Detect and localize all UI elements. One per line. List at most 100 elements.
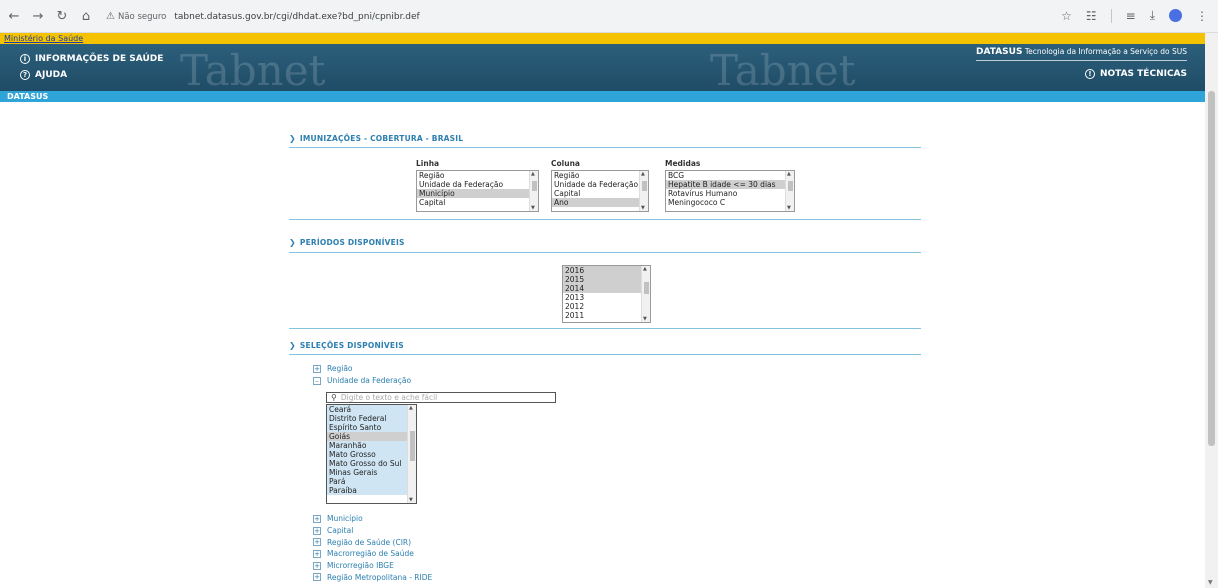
scroll-up-icon[interactable]: ▲ [531, 171, 535, 177]
reload-icon[interactable]: ↻ [52, 6, 72, 26]
periodo-option-selected[interactable]: 2015 [563, 275, 650, 284]
periodo-option[interactable]: 2012 [563, 302, 650, 311]
uf-option-selected[interactable]: Mato Grosso do Sul [327, 459, 416, 468]
scroll-down-icon[interactable]: ▼ [531, 205, 535, 211]
periodo-option-selected[interactable]: 2014 [563, 284, 650, 293]
linha-select[interactable]: Região Unidade da Federação Município Ca… [416, 170, 539, 212]
scroll-up-icon[interactable]: ▲ [641, 171, 645, 177]
uf-select[interactable]: Ceará Distrito Federal Espírito Santo Go… [326, 404, 417, 504]
medidas-option[interactable]: Meningococo C [666, 198, 794, 207]
menu-kebab-icon[interactable]: ⋮ [1196, 9, 1208, 23]
coluna-option[interactable]: Região [552, 171, 648, 180]
scrollbar-thumb[interactable] [644, 282, 649, 294]
linha-option-selected[interactable]: Município [417, 189, 538, 198]
expand-plus-icon[interactable]: + [313, 526, 321, 535]
home-icon[interactable]: ⌂ [76, 6, 96, 26]
tree-item-label[interactable]: Região de Saúde (CIR) [327, 538, 411, 547]
expand-plus-icon[interactable]: + [313, 514, 321, 523]
coluna-option[interactable]: Unidade da Federação [552, 180, 648, 189]
tree-item-microrregiao[interactable]: + Microrregião IBGE [313, 560, 432, 572]
expand-plus-icon[interactable]: + [313, 549, 321, 558]
tree-item-label[interactable]: Região Metropolitana - RIDE [327, 573, 432, 582]
scroll-up-icon[interactable]: ▲ [409, 405, 413, 411]
tree-item-regiao-metropolitana[interactable]: + Região Metropolitana - RIDE [313, 571, 432, 583]
expand-plus-icon[interactable]: + [313, 573, 321, 582]
tree-item-label[interactable]: Capital [327, 526, 353, 535]
address-bar[interactable]: ⚠ Não seguro tabnet.datasus.gov.br/cgi/d… [106, 6, 1056, 27]
uf-option-selected[interactable]: Espírito Santo [327, 423, 416, 432]
linha-option[interactable]: Capital [417, 198, 538, 207]
uf-option-selected[interactable]: Distrito Federal [327, 414, 416, 423]
scrollbar-thumb[interactable] [788, 181, 793, 191]
scrollbar-thumb[interactable] [642, 181, 647, 191]
tree-item-label[interactable]: Unidade da Federação [327, 376, 411, 385]
reading-list-icon[interactable]: ≡ [1126, 9, 1136, 23]
periodo-option[interactable]: 2011 [563, 311, 650, 320]
linha-option[interactable]: Região [417, 171, 538, 180]
tree-item-regiao-saude[interactable]: + Região de Saúde (CIR) [313, 536, 432, 548]
linha-scrollbar[interactable]: ▲ ▼ [529, 171, 538, 211]
tree-item-macrorregiao[interactable]: + Macrorregião de Saúde [313, 548, 432, 560]
periodos-select[interactable]: 2016 2015 2014 2013 2012 2011 ▲ ▼ [562, 265, 651, 323]
periodos-scrollbar[interactable]: ▲ ▼ [641, 266, 650, 322]
scroll-down-icon[interactable]: ▼ [641, 205, 645, 211]
scrollbar-thumb[interactable] [410, 431, 415, 461]
uf-scrollbar[interactable]: ▲ ▼ [407, 405, 416, 503]
tree-item-label[interactable]: Macrorregião de Saúde [327, 549, 414, 558]
menu-info[interactable]: i INFORMAÇÕES DE SAÚDE [20, 51, 163, 67]
uf-option-selected[interactable]: Minas Gerais [327, 468, 416, 477]
medidas-option-selected[interactable]: Hepatite B idade <= 30 dias [666, 180, 794, 189]
uf-option-selected[interactable]: Mato Grosso [327, 450, 416, 459]
tree-item-capital[interactable]: + Capital [313, 525, 432, 537]
scroll-down-icon[interactable]: ▼ [643, 316, 647, 322]
tree-item-label[interactable]: Município [327, 514, 363, 523]
uf-option-selected[interactable]: Pará [327, 477, 416, 486]
download-icon[interactable]: ⤓ [1150, 8, 1155, 23]
expand-plus-icon[interactable]: + [313, 561, 321, 570]
periodo-option-selected[interactable]: 2016 [563, 266, 650, 275]
scroll-down-icon[interactable]: ▼ [1208, 579, 1213, 586]
menu-help[interactable]: ? AJUDA [20, 67, 163, 83]
periodo-option[interactable]: 2013 [563, 293, 650, 302]
back-icon[interactable]: ← [4, 6, 24, 26]
medidas-scrollbar[interactable]: ▲ ▼ [785, 171, 794, 211]
extensions-icon[interactable]: ☷ [1086, 9, 1097, 23]
coluna-select[interactable]: Região Unidade da Federação Capital Ano … [551, 170, 649, 212]
page-scrollbar-thumb[interactable] [1208, 91, 1215, 446]
scroll-up-icon[interactable]: ▲ [643, 266, 647, 272]
profile-avatar[interactable] [1169, 9, 1182, 22]
uf-search-input[interactable]: ⚲ Digite o texto e ache fácil [326, 392, 556, 403]
expand-plus-icon[interactable]: + [313, 538, 321, 547]
coluna-scrollbar[interactable]: ▲ ▼ [639, 171, 648, 211]
uf-option-selected[interactable]: Ceará [327, 405, 416, 414]
uf-option-selected[interactable]: Paraíba [327, 486, 416, 495]
tree-item-municipio[interactable]: + Município [313, 513, 432, 525]
scroll-up-icon[interactable]: ▲ [787, 171, 791, 177]
tree-item-label[interactable]: Região [327, 364, 353, 373]
coluna-option[interactable]: Capital [552, 189, 648, 198]
url-text[interactable]: tabnet.datasus.gov.br/cgi/dhdat.exe?bd_p… [174, 12, 419, 22]
collapse-minus-icon[interactable]: – [313, 376, 321, 385]
ministerio-link[interactable]: Ministério da Saúde [0, 33, 1205, 44]
banner-menu: i INFORMAÇÕES DE SAÚDE ? AJUDA [20, 51, 163, 83]
forward-icon[interactable]: → [28, 6, 48, 26]
coluna-option-selected[interactable]: Ano [552, 198, 648, 207]
tree-item-label[interactable]: Microrregião IBGE [327, 561, 394, 570]
bookmark-star-icon[interactable]: ☆ [1061, 9, 1072, 23]
scroll-down-icon[interactable]: ▼ [409, 497, 413, 503]
tree-item-regiao[interactable]: + Região [313, 363, 411, 375]
uf-option-selected[interactable]: Maranhão [327, 441, 416, 450]
security-indicator[interactable]: ⚠ Não seguro [106, 11, 166, 22]
page-scrollbar[interactable]: ▼ [1205, 33, 1218, 588]
notas-tecnicas-link[interactable]: ! NOTAS TÉCNICAS [976, 69, 1187, 79]
medidas-option[interactable]: BCG [666, 171, 794, 180]
linha-option[interactable]: Unidade da Federação [417, 180, 538, 189]
uf-option-highlighted[interactable]: Goiás [327, 432, 416, 441]
datasus-bar[interactable]: DATASUS [0, 91, 1205, 102]
tree-item-uf[interactable]: – Unidade da Federação [313, 375, 411, 387]
medidas-select[interactable]: BCG Hepatite B idade <= 30 dias Rotavíru… [665, 170, 795, 212]
scroll-down-icon[interactable]: ▼ [787, 205, 791, 211]
expand-plus-icon[interactable]: + [313, 364, 321, 373]
medidas-option[interactable]: Rotavírus Humano [666, 189, 794, 198]
scrollbar-thumb[interactable] [532, 181, 537, 191]
